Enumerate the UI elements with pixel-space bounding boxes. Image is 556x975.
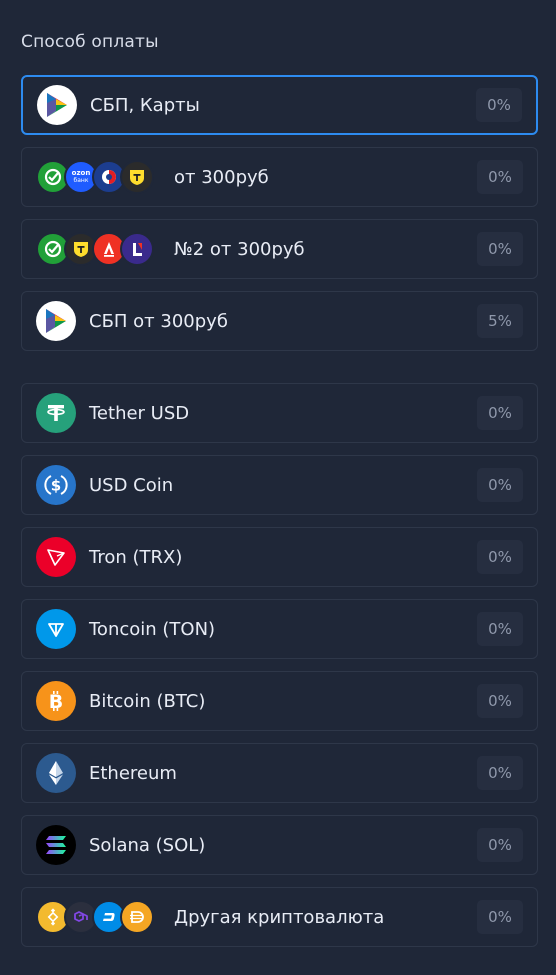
- fee-badge: 0%: [477, 756, 523, 790]
- tbank-icon: [120, 160, 154, 194]
- fee-badge: 0%: [477, 540, 523, 574]
- tron-icon: [36, 537, 76, 577]
- payment-option-sol[interactable]: Solana (SOL) 0%: [21, 815, 538, 875]
- solana-icon: [36, 825, 76, 865]
- svg-text:B: B: [49, 691, 63, 713]
- section-divider: [21, 363, 538, 383]
- section-title: Способ оплаты: [21, 32, 159, 52]
- toncoin-icon: [36, 609, 76, 649]
- payment-option-label: от 300руб: [174, 166, 269, 188]
- usdc-icon: $: [36, 465, 76, 505]
- payment-option-trx[interactable]: Tron (TRX) 0%: [21, 527, 538, 587]
- payment-option-label: №2 от 300руб: [174, 238, 305, 260]
- payment-option-label: СБП от 300руб: [89, 310, 228, 332]
- payment-option-sbp-300[interactable]: СБП от 300руб 5%: [21, 291, 538, 351]
- payment-option-other-crypto[interactable]: Другая криптовалюта 0%: [21, 887, 538, 947]
- dai-icon: [120, 900, 154, 934]
- bank-l-icon: [120, 232, 154, 266]
- payment-option-label: Ethereum: [89, 762, 177, 784]
- payment-option-label: СБП, Карты: [90, 94, 200, 116]
- svg-text:$: $: [51, 477, 61, 495]
- fee-badge: 0%: [477, 160, 523, 194]
- fee-badge: 5%: [477, 304, 523, 338]
- payment-method-panel: Способ оплаты СБП, Карты 0% ozon банк от…: [0, 0, 556, 947]
- payment-method-list: СБП, Карты 0% ozon банк от 300руб 0% №2 …: [21, 75, 538, 947]
- payment-option-usdc[interactable]: $ USD Coin 0%: [21, 455, 538, 515]
- payment-option-banks-300[interactable]: ozon банк от 300руб 0%: [21, 147, 538, 207]
- payment-option-banks-2[interactable]: №2 от 300руб 0%: [21, 219, 538, 279]
- payment-option-label: Toncoin (TON): [89, 618, 216, 640]
- payment-option-btc[interactable]: B Bitcoin (BTC) 0%: [21, 671, 538, 731]
- payment-option-sbp-cards[interactable]: СБП, Карты 0%: [21, 75, 538, 135]
- payment-option-label: Tether USD: [89, 402, 190, 424]
- payment-option-label: Solana (SOL): [89, 834, 206, 856]
- fee-badge: 0%: [477, 612, 523, 646]
- sbp-icon: [37, 85, 77, 125]
- sbp-icon: [36, 301, 76, 341]
- fee-badge: 0%: [477, 900, 523, 934]
- payment-option-eth[interactable]: Ethereum 0%: [21, 743, 538, 803]
- payment-option-ton[interactable]: Toncoin (TON) 0%: [21, 599, 538, 659]
- payment-option-label: Другая криптовалюта: [174, 906, 385, 928]
- ethereum-icon: [36, 753, 76, 793]
- fee-badge: 0%: [477, 468, 523, 502]
- fee-badge: 0%: [477, 232, 523, 266]
- fee-badge: 0%: [477, 828, 523, 862]
- tether-icon: [36, 393, 76, 433]
- payment-option-label: Tron (TRX): [89, 546, 183, 568]
- bitcoin-icon: B: [36, 681, 76, 721]
- fee-badge: 0%: [476, 88, 522, 122]
- payment-option-label: USD Coin: [89, 474, 174, 496]
- fee-badge: 0%: [477, 684, 523, 718]
- payment-option-label: Bitcoin (BTC): [89, 690, 206, 712]
- fee-badge: 0%: [477, 396, 523, 430]
- payment-option-usdt[interactable]: Tether USD 0%: [21, 383, 538, 443]
